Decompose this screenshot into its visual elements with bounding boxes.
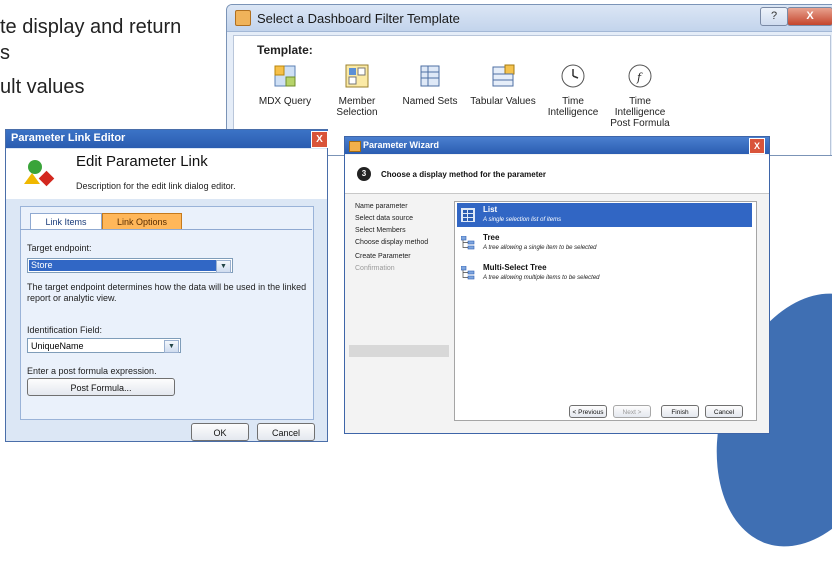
dialog-description: Description for the edit link dialog edi… [76,181,236,191]
finish-button[interactable]: Finish [661,405,699,418]
dialog-title: Parameter Link Editor [11,132,126,144]
dialog-title: Parameter Wizard [363,140,439,150]
dialog-app-icon [235,10,251,26]
identification-field-select[interactable]: UniqueName ▼ [27,338,181,353]
multi-select-tree-icon [461,266,475,280]
option-tree-desc: A tree allowing a single item to be sele… [483,245,597,251]
option-multi-select-tree-desc: A tree allowing multiple items to be sel… [483,275,600,281]
close-button[interactable]: X [311,131,328,148]
cancel-button[interactable]: Cancel [257,423,315,441]
tree-icon [461,236,475,250]
slide-bullet-1: te display and return [0,16,182,38]
template-label: Template: [257,43,313,57]
parameter-wizard-dialog: Parameter Wizard X 3 Choose a display me… [344,136,770,434]
option-tree[interactable]: Tree A tree allowing a single item to be… [457,231,752,255]
member-selection-icon [345,64,369,88]
step-confirmation: Confirmation [355,265,395,272]
template-time-intelligence[interactable]: Time Intelligence [545,63,601,118]
option-list-title: List [483,205,498,214]
template-member-selection-label: Member Selection [336,96,378,118]
step-name-parameter: Name parameter [355,203,408,210]
template-mdx-query-label: MDX Query [258,96,312,107]
option-multi-select-tree-title: Multi-Select Tree [483,263,547,272]
template-mdx-query[interactable]: MDX Query [255,63,315,107]
help-button[interactable]: ? [760,7,788,26]
target-endpoint-value: Store [29,260,219,271]
option-list[interactable]: List A single selection list of items [457,203,752,227]
tab-link-options[interactable]: Link Options [102,213,182,230]
option-tree-title: Tree [483,233,500,242]
tab-divider [20,229,312,230]
step-select-data-source: Select data source [355,215,413,222]
tabular-values-icon [492,64,515,87]
template-time-intelligence-post-formula-label: Time Intelligence Post Formula [610,96,670,129]
template-member-selection[interactable]: Member Selection [327,63,387,118]
list-icon [461,208,475,222]
close-button[interactable]: X [787,7,832,26]
dialog-heading: Edit Parameter Link [76,153,208,170]
post-formula-prompt: Enter a post formula expression. [27,366,157,376]
clock-formula-icon: f [628,64,652,88]
target-endpoint-help: The target endpoint determines how the d… [27,282,307,303]
parameter-link-icon [24,160,55,187]
target-endpoint-label: Target endpoint: [27,243,92,253]
wizard-app-icon [349,141,361,152]
step-number-icon: 3 [357,167,371,181]
step-choose-display-method: Choose display method [355,239,429,246]
step-create-parameter: Create Parameter [355,253,411,260]
next-button[interactable]: Next > [613,405,651,418]
target-endpoint-select[interactable]: Store ▼ [27,258,233,273]
named-sets-icon [420,65,440,87]
previous-button[interactable]: < Previous [569,405,607,418]
option-multi-select-tree[interactable]: Multi-Select Tree A tree allowing multip… [457,261,752,285]
template-time-intelligence-label: Time Intelligence [547,96,599,118]
slide-bullet-3: ult values [0,76,85,98]
cancel-button[interactable]: Cancel [705,405,743,418]
chevron-down-icon[interactable]: ▼ [164,340,179,353]
template-tabular-values-label: Tabular Values [470,96,536,107]
template-tabular-values[interactable]: Tabular Values [463,63,543,107]
current-step-highlight [349,345,449,357]
close-button[interactable]: X [749,138,765,154]
tab-link-items[interactable]: Link Items [30,213,102,230]
step-select-members: Select Members [355,227,406,234]
identification-field-label: Identification Field: [27,325,103,335]
clock-icon [561,64,585,88]
template-named-sets-label: Named Sets [402,96,458,107]
template-named-sets[interactable]: Named Sets [395,63,465,107]
ok-button[interactable]: OK [191,423,249,441]
mdx-query-icon [274,65,296,87]
option-list-desc: A single selection list of items [483,217,562,223]
wizard-heading: Choose a display method for the paramete… [381,170,546,179]
slide-bullet-2: s [0,42,10,64]
post-formula-button[interactable]: Post Formula... [27,378,175,396]
parameter-link-editor-dialog: Parameter Link Editor X Edit Parameter L… [5,129,328,442]
chevron-down-icon[interactable]: ▼ [216,260,231,273]
identification-field-value: UniqueName [31,341,84,351]
dialog-title: Select a Dashboard Filter Template [257,11,460,26]
template-time-intelligence-post-formula[interactable]: f Time Intelligence Post Formula [605,63,675,129]
